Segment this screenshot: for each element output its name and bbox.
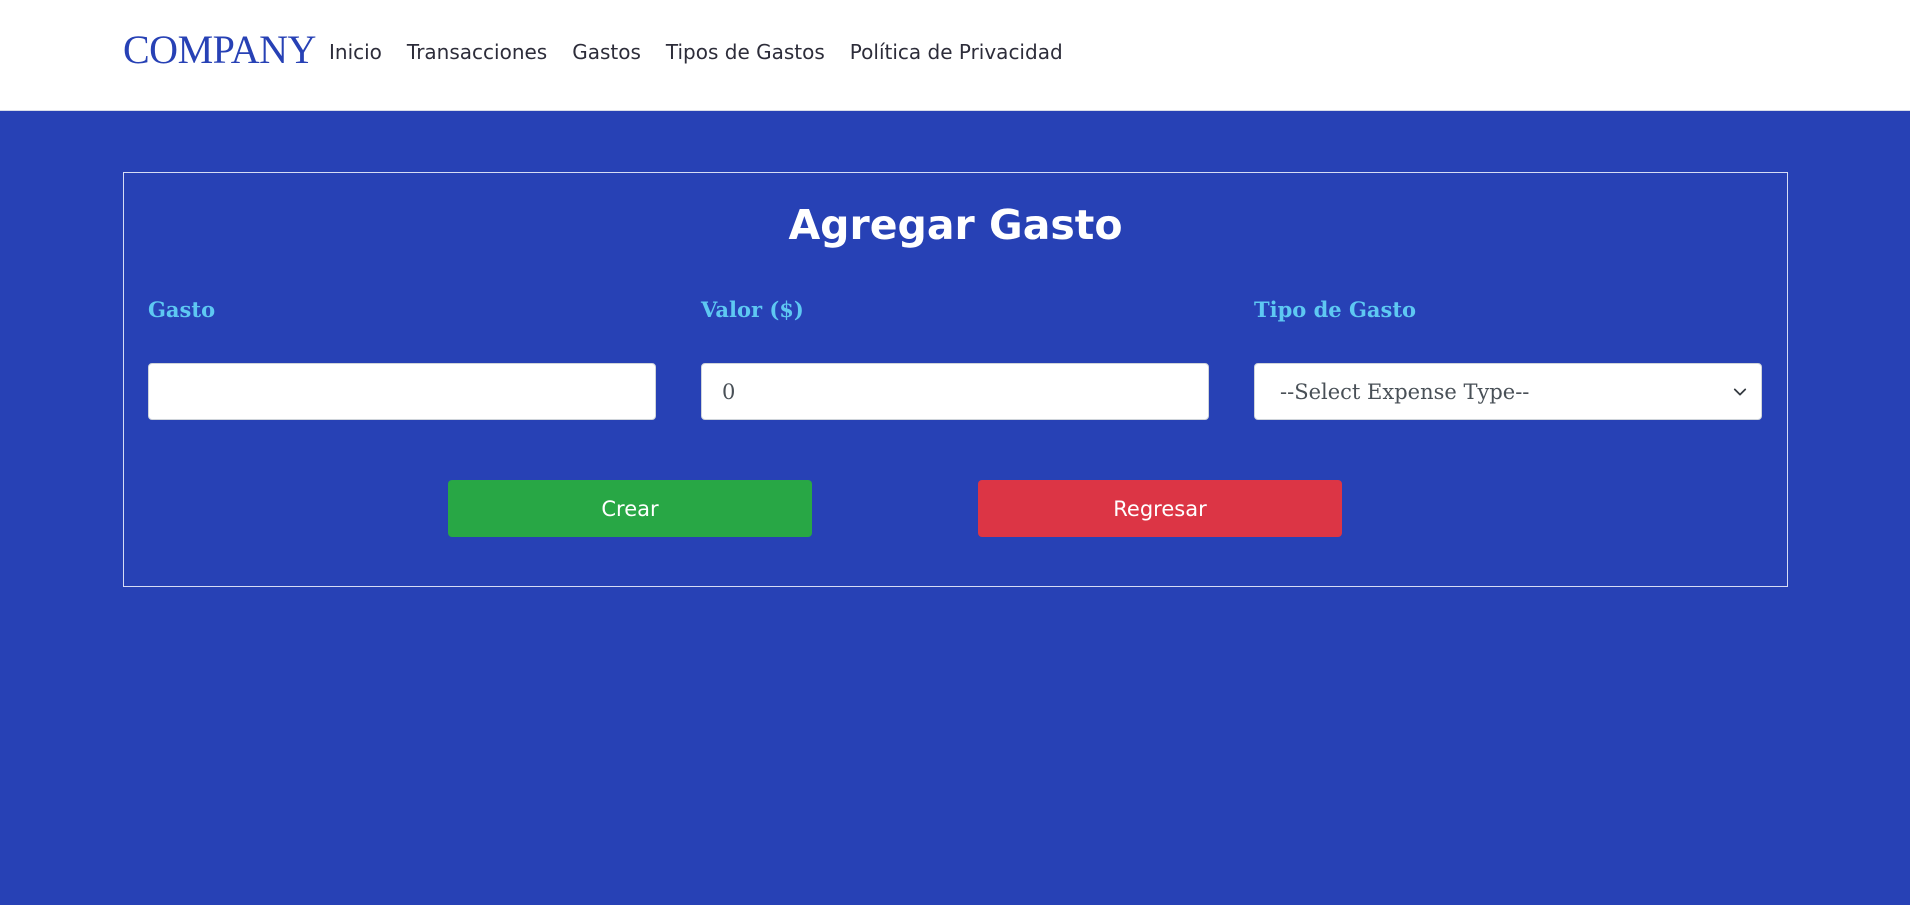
nav-link-transacciones[interactable]: Transacciones: [407, 40, 547, 64]
create-button[interactable]: Crear: [448, 480, 812, 537]
chevron-down-icon: [1733, 388, 1747, 395]
gasto-label: Gasto: [148, 297, 216, 322]
main-nav: Inicio Transacciones Gastos Tipos de Gas…: [329, 40, 1063, 64]
valor-input[interactable]: 0: [701, 363, 1209, 420]
back-button[interactable]: Regresar: [978, 480, 1342, 537]
nav-link-inicio[interactable]: Inicio: [329, 40, 382, 64]
add-expense-form: Agregar Gasto Gasto Valor ($) Tipo de Ga…: [123, 172, 1788, 587]
nav-link-gastos[interactable]: Gastos: [572, 40, 641, 64]
valor-label: Valor ($): [701, 297, 804, 322]
brand-logo[interactable]: COMPANY: [123, 26, 316, 73]
navbar: COMPANY Inicio Transacciones Gastos Tipo…: [0, 0, 1910, 111]
nav-link-tipos-de-gastos[interactable]: Tipos de Gastos: [666, 40, 825, 64]
tipo-gasto-select[interactable]: --Select Expense Type--: [1254, 363, 1762, 420]
nav-link-politica-privacidad[interactable]: Política de Privacidad: [850, 40, 1063, 64]
gasto-input[interactable]: [148, 363, 656, 420]
tipo-gasto-label: Tipo de Gasto: [1254, 297, 1417, 322]
tipo-gasto-selected: --Select Expense Type--: [1280, 379, 1530, 404]
form-title: Agregar Gasto: [788, 201, 1123, 249]
